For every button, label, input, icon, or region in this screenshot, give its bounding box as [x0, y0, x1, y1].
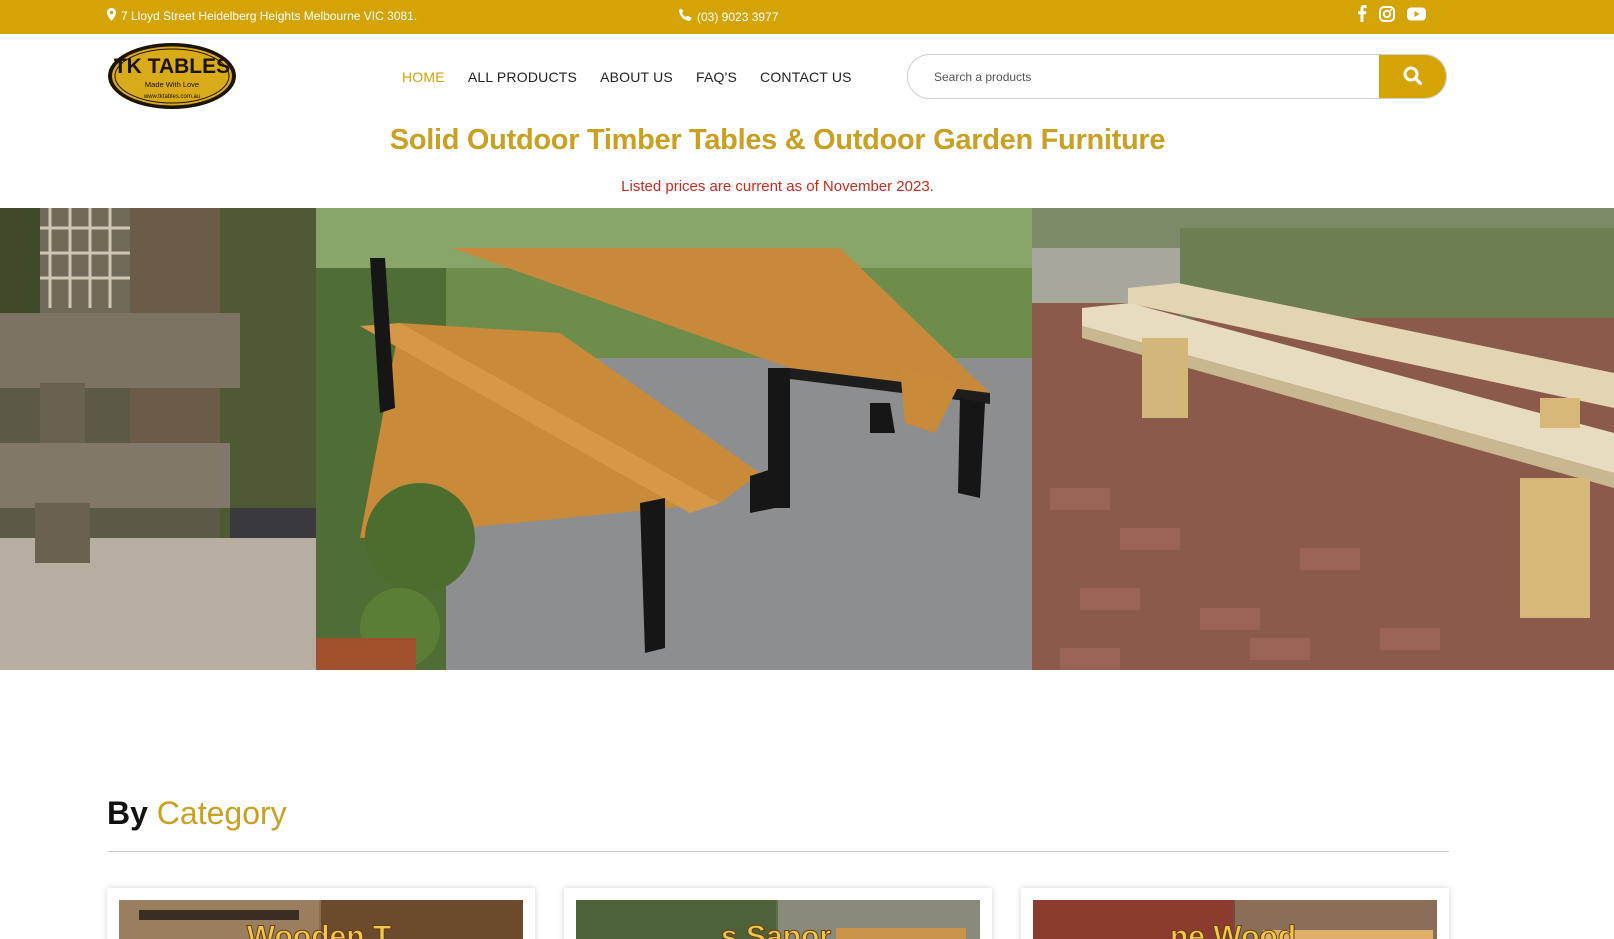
map-pin-icon: [107, 8, 116, 24]
pine-bench-photo: [1032, 208, 1614, 670]
address-text: 7 Lloyd Street Heidelberg Heights Melbou…: [121, 9, 418, 23]
facebook-icon[interactable]: [1357, 5, 1367, 22]
search-button[interactable]: [1379, 55, 1446, 98]
nav-faqs[interactable]: FAQ'S: [696, 69, 737, 85]
phone-text: (03) 9023 3977: [697, 9, 779, 24]
category-heading-prefix: By: [107, 795, 148, 831]
svg-text:ne Wood: ne Wood: [1170, 920, 1296, 939]
svg-text:Made With Love: Made With Love: [145, 80, 199, 89]
nav-all-products[interactable]: ALL PRODUCTS: [468, 69, 577, 85]
youtube-icon[interactable]: [1407, 7, 1426, 21]
category-card-image: s Sapor: [576, 900, 980, 939]
site-logo[interactable]: TK TABLES Made With Love www.tktables.co…: [107, 42, 237, 110]
category-heading: By Category: [107, 795, 287, 832]
page-title: Solid Outdoor Timber Tables & Outdoor Ga…: [389, 124, 1166, 156]
svg-text:www.tktables.com.au: www.tktables.com.au: [143, 94, 200, 100]
search-input[interactable]: [908, 55, 1379, 98]
sleeper-bench-photo: [0, 208, 316, 670]
category-divider: [107, 851, 1449, 852]
category-card-2[interactable]: s Sapor: [564, 888, 992, 939]
phone-block[interactable]: (03) 9023 3977: [678, 8, 778, 25]
search-bar: [907, 54, 1447, 99]
phone-icon: [678, 8, 692, 25]
steel-table-photo: [316, 208, 1032, 670]
category-heading-accent: Category: [156, 795, 287, 831]
category-card-3[interactable]: ne Wood: [1021, 888, 1449, 939]
svg-text:TK TABLES: TK TABLES: [114, 55, 230, 78]
category-card-image: ne Wood: [1033, 900, 1437, 939]
svg-text:Wooden T: Wooden T: [247, 920, 391, 939]
social-links: [1357, 5, 1426, 22]
svg-text:s Sapor: s Sapor: [721, 920, 831, 939]
main-nav: HOME ALL PRODUCTS ABOUT US FAQ'S CONTACT…: [402, 69, 852, 85]
top-bar: 7 Lloyd Street Heidelberg Heights Melbou…: [0, 0, 1614, 34]
nav-contact-us[interactable]: CONTACT US: [760, 69, 852, 85]
nav-about-us[interactable]: ABOUT US: [600, 69, 673, 85]
nav-home[interactable]: HOME: [402, 69, 445, 85]
hero-banner-image: [0, 208, 1614, 670]
instagram-icon[interactable]: [1379, 5, 1395, 22]
category-card-1[interactable]: Wooden T: [107, 888, 535, 939]
search-icon: [1403, 66, 1423, 90]
address-block: 7 Lloyd Street Heidelberg Heights Melbou…: [107, 8, 417, 24]
category-card-image: Wooden T: [119, 900, 523, 939]
price-notice: Listed prices are current as of November…: [621, 178, 934, 195]
